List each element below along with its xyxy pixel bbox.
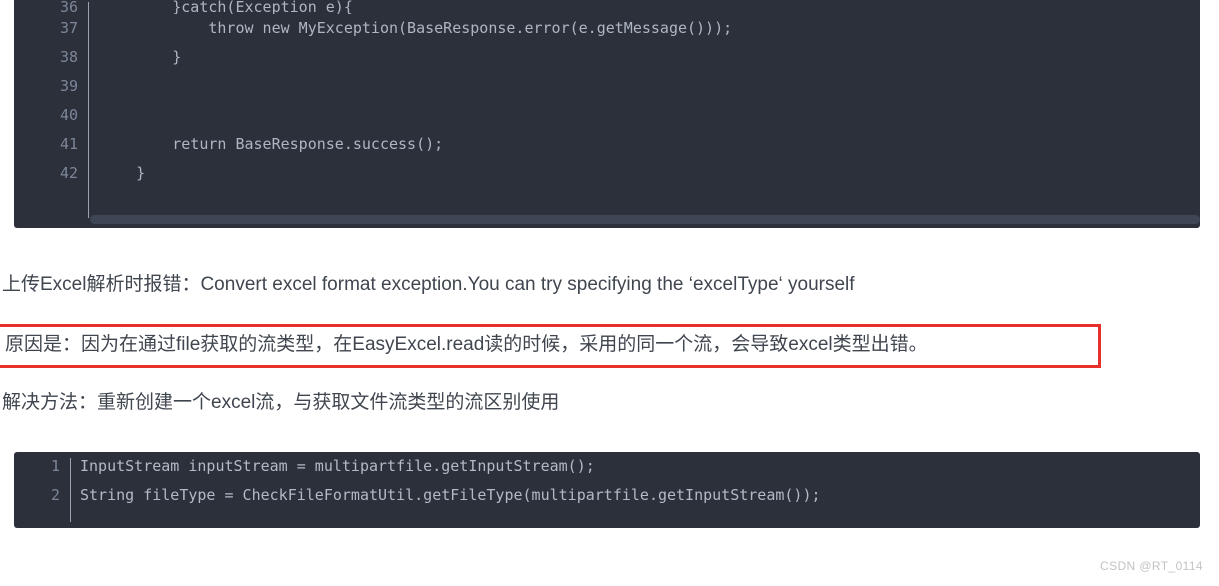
code-line-number: 40 bbox=[59, 106, 78, 124]
code-line-text: return BaseResponse.success(); bbox=[100, 135, 444, 153]
article-page: 36 }catch(Exception e){37 throw new MyEx… bbox=[0, 0, 1219, 586]
code-line: 41 return BaseResponse.success(); bbox=[14, 130, 1200, 159]
code-block-lower[interactable]: 1 InputStream inputStream = multipartfile… bbox=[14, 452, 1200, 528]
code-line-text: } bbox=[100, 164, 146, 182]
gutter-separator bbox=[88, 2, 89, 218]
code-lines-upper: 36 }catch(Exception e){37 throw new MyEx… bbox=[14, 0, 1200, 188]
code-block-upper[interactable]: 36 }catch(Exception e){37 throw new MyEx… bbox=[14, 0, 1200, 228]
solution-description-text: 解决方法：重新创建一个excel流，与获取文件流类型的流区别使用 bbox=[2, 392, 560, 413]
code-line-number: 39 bbox=[59, 77, 78, 95]
code-line-text: throw new MyException(BaseResponse.error… bbox=[100, 19, 733, 37]
horizontal-scrollbar[interactable] bbox=[90, 215, 1200, 224]
code-line-number: 1 bbox=[50, 457, 60, 475]
code-line-text: }catch(Exception e){ bbox=[100, 0, 353, 14]
code-line-number: 36 bbox=[59, 0, 78, 14]
gutter-separator-lower bbox=[70, 458, 71, 522]
code-line: 36 }catch(Exception e){ bbox=[14, 0, 1200, 14]
code-line: 2 String fileType = CheckFileFormatUtil.g… bbox=[14, 481, 1200, 510]
code-lines-lower: 1 InputStream inputStream = multipartfile… bbox=[14, 452, 1200, 510]
code-block-upper-inner: 36 }catch(Exception e){37 throw new MyEx… bbox=[14, 0, 1200, 228]
code-line-text: String fileType = CheckFileFormatUtil.ge… bbox=[80, 486, 821, 504]
code-line-number: 2 bbox=[50, 486, 60, 504]
code-line: 1 InputStream inputStream = multipartfile… bbox=[14, 452, 1200, 481]
code-line-number: 38 bbox=[59, 48, 78, 66]
code-block-lower-inner: 1 InputStream inputStream = multipartfile… bbox=[14, 452, 1200, 528]
code-line: 38 } bbox=[14, 43, 1200, 72]
code-line-number: 41 bbox=[59, 135, 78, 153]
code-line-text: } bbox=[100, 48, 182, 66]
code-line: 40 bbox=[14, 101, 1200, 130]
error-description-text: 上传Excel解析时报错：Convert excel format except… bbox=[2, 274, 855, 295]
code-line-text: InputStream inputStream = multipartfile.… bbox=[80, 457, 595, 475]
code-line-number: 42 bbox=[59, 164, 78, 182]
code-line: 39 bbox=[14, 72, 1200, 101]
cause-description-text: 原因是：因为在通过file获取的流类型，在EasyExcel.read读的时候，… bbox=[5, 334, 928, 355]
code-line: 42 } bbox=[14, 159, 1200, 188]
code-line-number: 37 bbox=[59, 19, 78, 37]
csdn-watermark: CSDN @RT_0114 bbox=[1100, 559, 1203, 573]
code-line: 37 throw new MyException(BaseResponse.er… bbox=[14, 14, 1200, 43]
